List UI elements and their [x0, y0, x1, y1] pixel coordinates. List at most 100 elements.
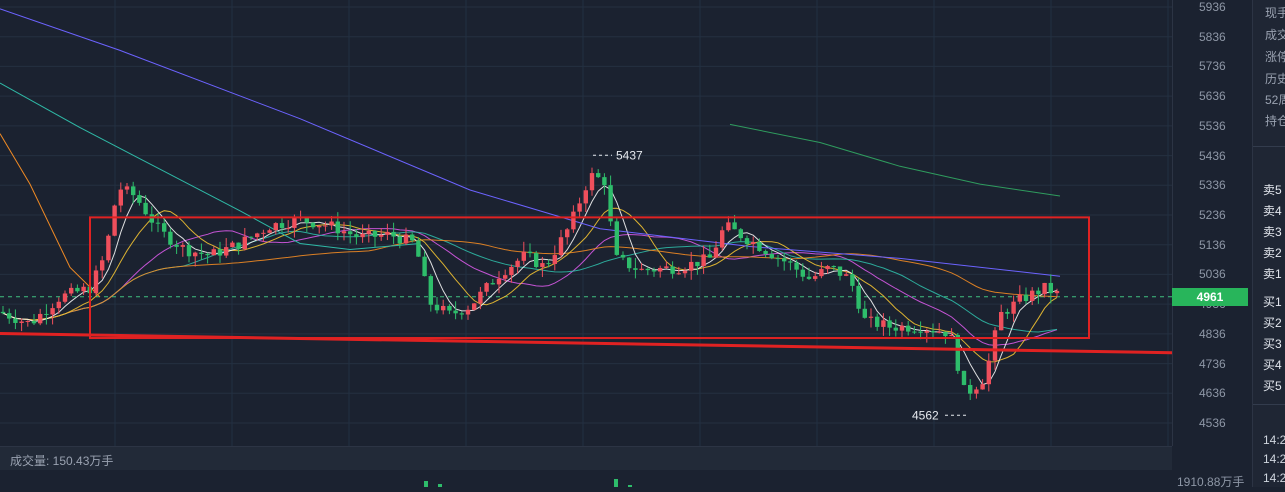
price-tick-label: 5736	[1199, 59, 1226, 74]
buy-level-4[interactable]: 买4	[1263, 356, 1282, 373]
candle-body	[410, 234, 415, 241]
buy-level-3[interactable]: 买3	[1263, 335, 1282, 352]
candle-body	[205, 253, 210, 256]
sell-level-2[interactable]: 卖2	[1263, 244, 1282, 261]
candle-body	[100, 260, 105, 271]
candle-body	[552, 255, 557, 264]
candle-body	[992, 330, 998, 361]
price-tick-label: 4636	[1199, 386, 1226, 401]
candle-body	[131, 186, 136, 196]
candle-body	[583, 190, 588, 204]
candle-body	[0, 311, 6, 314]
candle-body	[837, 266, 843, 276]
trade-time: 14:2	[1263, 433, 1285, 447]
candle-body	[813, 276, 818, 279]
candle-body	[602, 177, 607, 186]
trade-time: 14:2	[1263, 452, 1285, 466]
candle-body	[534, 253, 539, 267]
candle-body	[670, 266, 675, 274]
buy-level-2[interactable]: 买2	[1263, 314, 1282, 331]
candle-body	[521, 251, 526, 261]
candle-body	[645, 268, 650, 271]
candle-body	[664, 266, 669, 268]
candle-body	[738, 229, 743, 239]
candle-body	[1011, 301, 1016, 314]
candle-body	[199, 252, 204, 254]
candle-body	[844, 274, 849, 276]
candle-body	[385, 231, 390, 235]
sell-level-5[interactable]: 卖5	[1263, 181, 1282, 198]
candle-body	[236, 242, 241, 250]
sell-level-4[interactable]: 卖4	[1263, 202, 1282, 219]
candle-body	[422, 256, 427, 277]
candle-body	[31, 321, 37, 324]
candle-body	[341, 231, 347, 234]
quote-side-panel: 现手 成交 涨停 历史 52周 持仓 卖5 卖4 卖3 卖2 卖1 买1 买2 …	[1252, 0, 1285, 487]
candle-body	[565, 229, 570, 238]
candle-body	[577, 203, 582, 212]
candle-body	[62, 293, 68, 302]
price-tick-label: 5136	[1199, 237, 1226, 252]
candle-body	[856, 285, 861, 309]
candle-body	[788, 261, 793, 263]
candle-body	[620, 254, 626, 258]
candle-body	[540, 263, 545, 267]
candle-body	[986, 360, 991, 385]
candle-body	[1005, 311, 1010, 314]
candle-body	[862, 308, 867, 318]
candle-body	[701, 254, 706, 267]
candle-body	[230, 242, 235, 248]
candle-body	[267, 230, 272, 233]
candle-body	[980, 384, 985, 390]
candle-body	[806, 276, 812, 279]
candle-body	[38, 313, 43, 324]
candle-body	[75, 287, 80, 292]
candle-body	[924, 331, 929, 333]
price-tick-label: 5336	[1199, 178, 1226, 193]
buy-level-1[interactable]: 买1	[1263, 293, 1282, 310]
candle-body	[509, 266, 514, 276]
candle-body	[800, 269, 805, 277]
candle-body	[881, 320, 886, 327]
candle-body	[763, 251, 768, 255]
buy-level-5[interactable]: 买5	[1263, 377, 1282, 394]
price-tick-label: 4836	[1199, 326, 1226, 341]
candle-body	[391, 231, 396, 237]
candle-body	[397, 236, 402, 244]
candle-body	[124, 186, 130, 190]
candle-body	[261, 232, 266, 234]
candle-body	[162, 223, 167, 232]
candle-body	[713, 247, 719, 258]
candle-body	[937, 331, 942, 333]
candle-body	[149, 214, 154, 223]
candle-body	[472, 303, 477, 310]
candle-body	[180, 245, 185, 247]
candle-body	[1030, 290, 1035, 301]
candle-body	[794, 262, 799, 270]
high-price-label: 5437	[616, 148, 643, 162]
candle-body	[13, 318, 18, 323]
candle-body	[689, 261, 694, 271]
candle-body	[930, 331, 936, 333]
candle-body	[7, 313, 12, 319]
candle-body	[428, 276, 433, 305]
price-tick-label: 5036	[1199, 267, 1226, 282]
candle-body	[633, 268, 638, 270]
candle-body	[782, 258, 787, 262]
sell-level-3[interactable]: 卖3	[1263, 223, 1282, 240]
candle-body	[50, 308, 55, 315]
candle-body	[292, 218, 297, 228]
candle-body	[106, 235, 111, 261]
info-item-open-interest: 持仓	[1265, 114, 1285, 128]
info-item-turnover: 成交	[1265, 28, 1285, 42]
sell-level-1[interactable]: 卖1	[1263, 265, 1282, 282]
price-tick-label: 5236	[1199, 208, 1226, 222]
candle-body	[360, 233, 365, 238]
candle-body	[248, 236, 254, 238]
volume-bar	[614, 479, 618, 487]
ma5-line	[2, 185, 1058, 386]
candle-body	[155, 222, 161, 224]
candle-body	[968, 384, 973, 394]
candle-body	[453, 310, 458, 314]
candlestick-chart[interactable]: 5437 4562	[0, 0, 1238, 446]
